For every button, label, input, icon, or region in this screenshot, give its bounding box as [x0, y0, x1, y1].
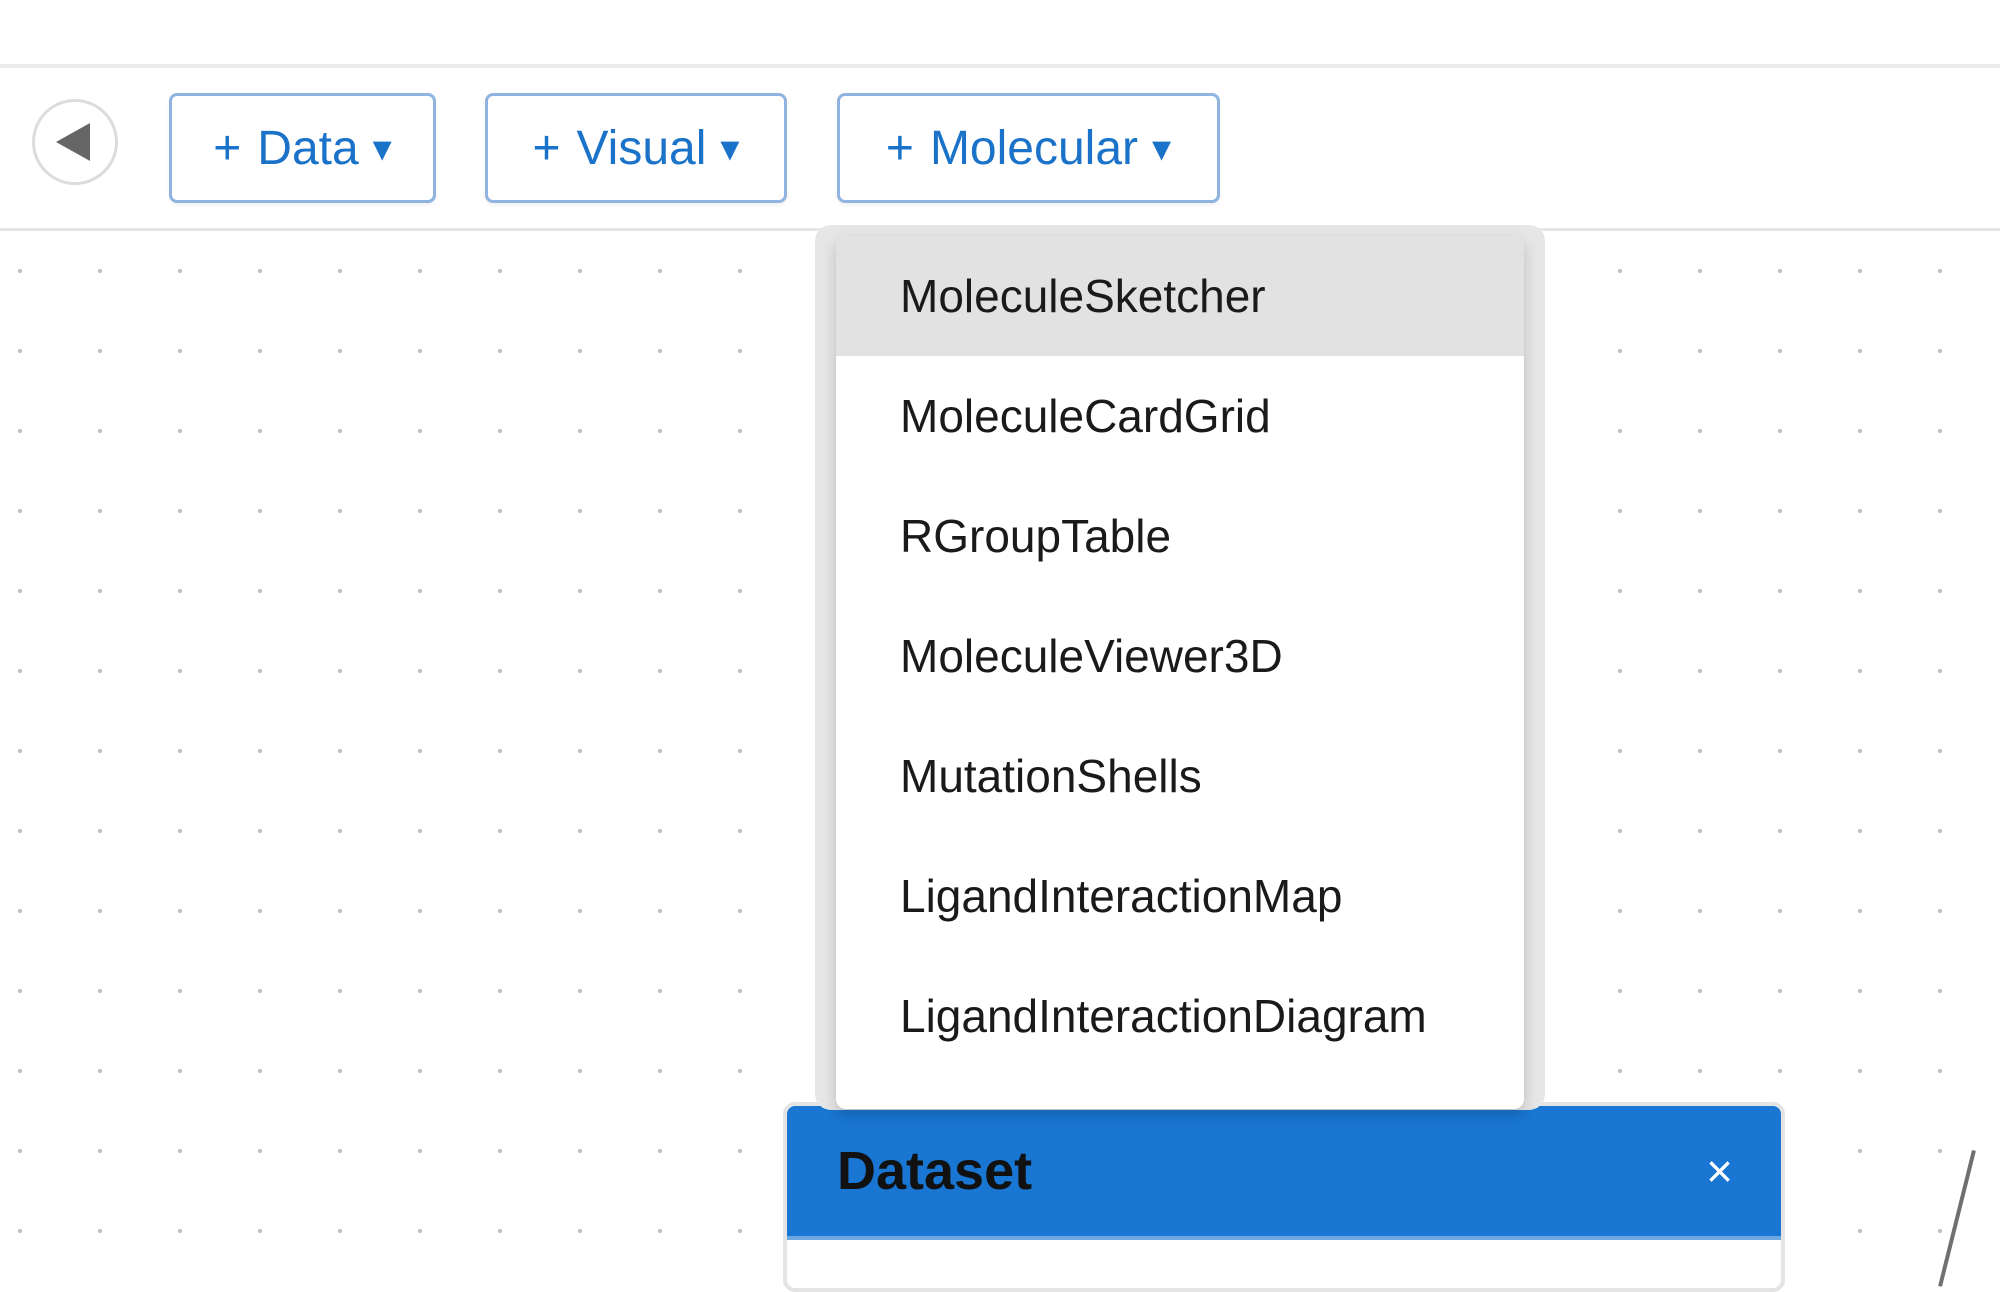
plus-icon: + [213, 121, 242, 175]
add-data-button[interactable]: + Data ▾ [169, 93, 436, 203]
menu-item-ligand-interaction-diagram[interactable]: LigandInteractionDiagram [836, 956, 1524, 1076]
dataset-node-header[interactable]: Dataset × [787, 1106, 1781, 1240]
back-button[interactable] [32, 99, 118, 185]
menu-item-molecule-sketcher[interactable]: MoleculeSketcher [836, 236, 1524, 356]
menu-item-ligand-interaction-map[interactable]: LigandInteractionMap [836, 836, 1524, 956]
plus-icon: + [532, 121, 561, 175]
node-title: Dataset [837, 1141, 1033, 1201]
caret-down-icon: ▾ [1152, 127, 1172, 170]
menu-item-mutation-shells[interactable]: MutationShells [836, 716, 1524, 836]
add-data-label: Data [257, 121, 359, 175]
molecular-dropdown-menu: MoleculeSketcher MoleculeCardGrid RGroup… [836, 236, 1524, 1109]
add-visual-label: Visual [576, 121, 707, 175]
dataset-node[interactable]: Dataset × [783, 1102, 1785, 1292]
menu-item-molecule-viewer-3d[interactable]: MoleculeViewer3D [836, 596, 1524, 716]
caret-down-icon: ▾ [372, 127, 392, 170]
caret-down-icon: ▾ [720, 127, 740, 170]
menu-item-molecule-card-grid[interactable]: MoleculeCardGrid [836, 356, 1524, 476]
plus-icon: + [885, 121, 914, 175]
menu-item-rgroup-table[interactable]: RGroupTable [836, 476, 1524, 596]
close-icon[interactable]: × [1706, 1148, 1733, 1194]
triangle-left-icon [56, 123, 90, 161]
add-visual-button[interactable]: + Visual ▾ [485, 93, 787, 203]
add-molecular-label: Molecular [929, 121, 1139, 175]
top-strip [0, 0, 2000, 68]
add-molecular-button[interactable]: + Molecular ▾ [837, 93, 1220, 203]
toolbar: + Data ▾ + Visual ▾ + Molecular ▾ [0, 68, 2000, 231]
